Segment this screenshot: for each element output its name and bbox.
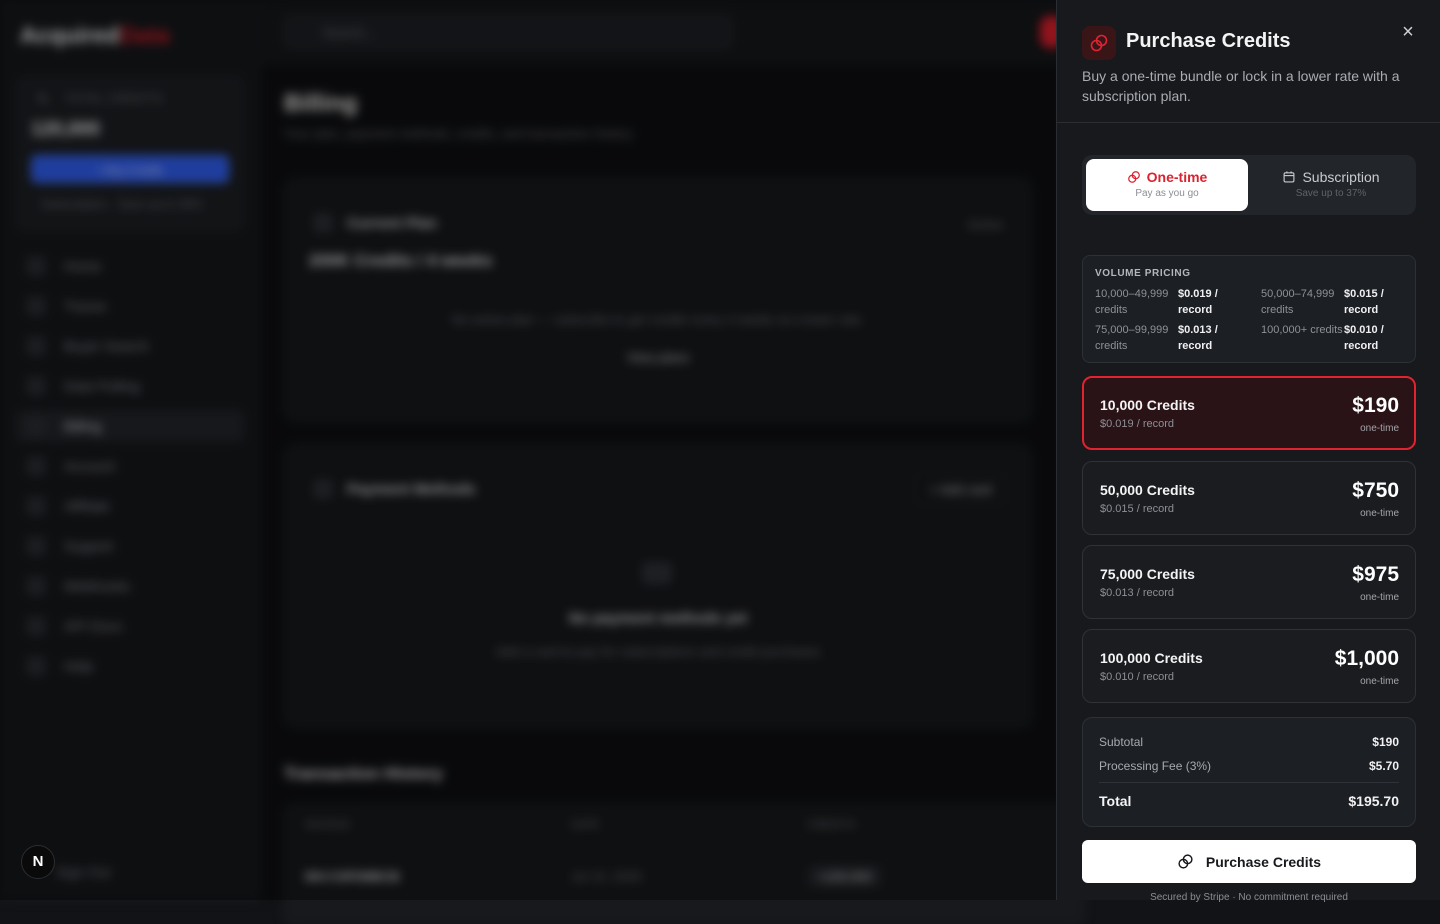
coins-icon xyxy=(1178,854,1193,869)
secured-note: Secured by Stripe · No commitment requir… xyxy=(1150,892,1348,903)
tab-sublabel: Pay as you go xyxy=(1135,188,1199,199)
tier-price: $0.019 / record xyxy=(1178,288,1218,316)
coins-icon xyxy=(1127,171,1140,183)
package-name: 50,000 Credits xyxy=(1100,482,1195,498)
tab-label: Subscription xyxy=(1302,169,1380,185)
package-rate: $0.015 / record xyxy=(1100,503,1174,515)
package-option-50k[interactable]: 50,000 Credits $0.015 / record $750 one-… xyxy=(1082,461,1416,535)
close-icon[interactable]: × xyxy=(1397,21,1419,43)
package-type: one-time xyxy=(1360,508,1399,519)
tab-one-time[interactable]: One-time Pay as you go xyxy=(1086,159,1248,211)
package-type: one-time xyxy=(1360,592,1399,603)
package-name: 75,000 Credits xyxy=(1100,566,1195,582)
subtotal-label: Subtotal xyxy=(1099,735,1144,749)
volume-pricing-title: VOLUME PRICING xyxy=(1095,268,1191,279)
fee-value: $5.70 xyxy=(1368,759,1399,773)
purchase-type-toggle: One-time Pay as you go Subscription Save… xyxy=(1082,155,1416,215)
tier-price: $0.015 / record xyxy=(1344,288,1384,316)
fee-label: Processing Fee (3%) xyxy=(1099,759,1212,773)
volume-pricing-box: VOLUME PRICING 10,000–49,999 credits $0.… xyxy=(1082,255,1416,363)
total-label: Total xyxy=(1099,793,1132,809)
package-type: one-time xyxy=(1360,423,1399,434)
package-rate: $0.013 / record xyxy=(1100,587,1174,599)
package-option-100k[interactable]: 100,000 Credits $0.010 / record $1,000 o… xyxy=(1082,629,1416,703)
tab-subscription[interactable]: Subscription Save up to 37% xyxy=(1250,159,1412,211)
tab-label: One-time xyxy=(1146,169,1208,185)
package-price: $1,000 xyxy=(1334,647,1399,670)
package-name: 10,000 Credits xyxy=(1100,397,1195,413)
package-rate: $0.019 / record xyxy=(1100,418,1174,430)
package-rate: $0.010 / record xyxy=(1100,671,1174,683)
package-option-75k[interactable]: 75,000 Credits $0.013 / record $975 one-… xyxy=(1082,545,1416,619)
purchase-button-label: Purchase Credits xyxy=(1205,853,1322,870)
tier-price: $0.010 / record xyxy=(1344,324,1384,352)
total-value: $195.70 xyxy=(1348,793,1399,809)
subtotal-row: Subtotal $190 xyxy=(1099,735,1399,749)
drawer-description: Buy a one-time bundle or lock in a lower… xyxy=(1082,68,1400,104)
package-price: $750 xyxy=(1352,479,1399,502)
tier-price: $0.013 / record xyxy=(1178,324,1218,352)
summary-divider xyxy=(1099,782,1399,783)
tab-sublabel: Save up to 37% xyxy=(1295,188,1367,199)
tier-range: 100,000+ credits xyxy=(1261,324,1343,336)
package-type: one-time xyxy=(1360,676,1399,687)
subtotal-value: $190 xyxy=(1372,735,1399,749)
purchase-credits-drawer: Purchase Credits Buy a one-time bundle o… xyxy=(1056,0,1440,903)
package-name: 100,000 Credits xyxy=(1100,650,1203,666)
package-price: $975 xyxy=(1352,563,1399,586)
package-price: $190 xyxy=(1352,394,1399,417)
fee-row: Processing Fee (3%) $5.70 xyxy=(1099,759,1399,773)
tier-range: 50,000–74,999 credits xyxy=(1261,288,1335,316)
total-row: Total $195.70 xyxy=(1099,793,1399,809)
dev-badge[interactable]: N xyxy=(21,845,55,879)
order-summary: Subtotal $190 Processing Fee (3%) $5.70 … xyxy=(1082,717,1416,827)
coins-icon xyxy=(1082,26,1116,60)
purchase-credits-button[interactable]: Purchase Credits xyxy=(1082,840,1416,883)
tier-range: 10,000–49,999 credits xyxy=(1095,288,1169,316)
drawer-header: Purchase Credits Buy a one-time bundle o… xyxy=(1057,0,1440,123)
package-option-10k[interactable]: 10,000 Credits $0.019 / record $190 one-… xyxy=(1082,376,1416,450)
drawer-title: Purchase Credits xyxy=(1126,30,1291,52)
tier-range: 75,000–99,999 credits xyxy=(1095,324,1169,352)
calendar-icon xyxy=(1284,171,1295,183)
